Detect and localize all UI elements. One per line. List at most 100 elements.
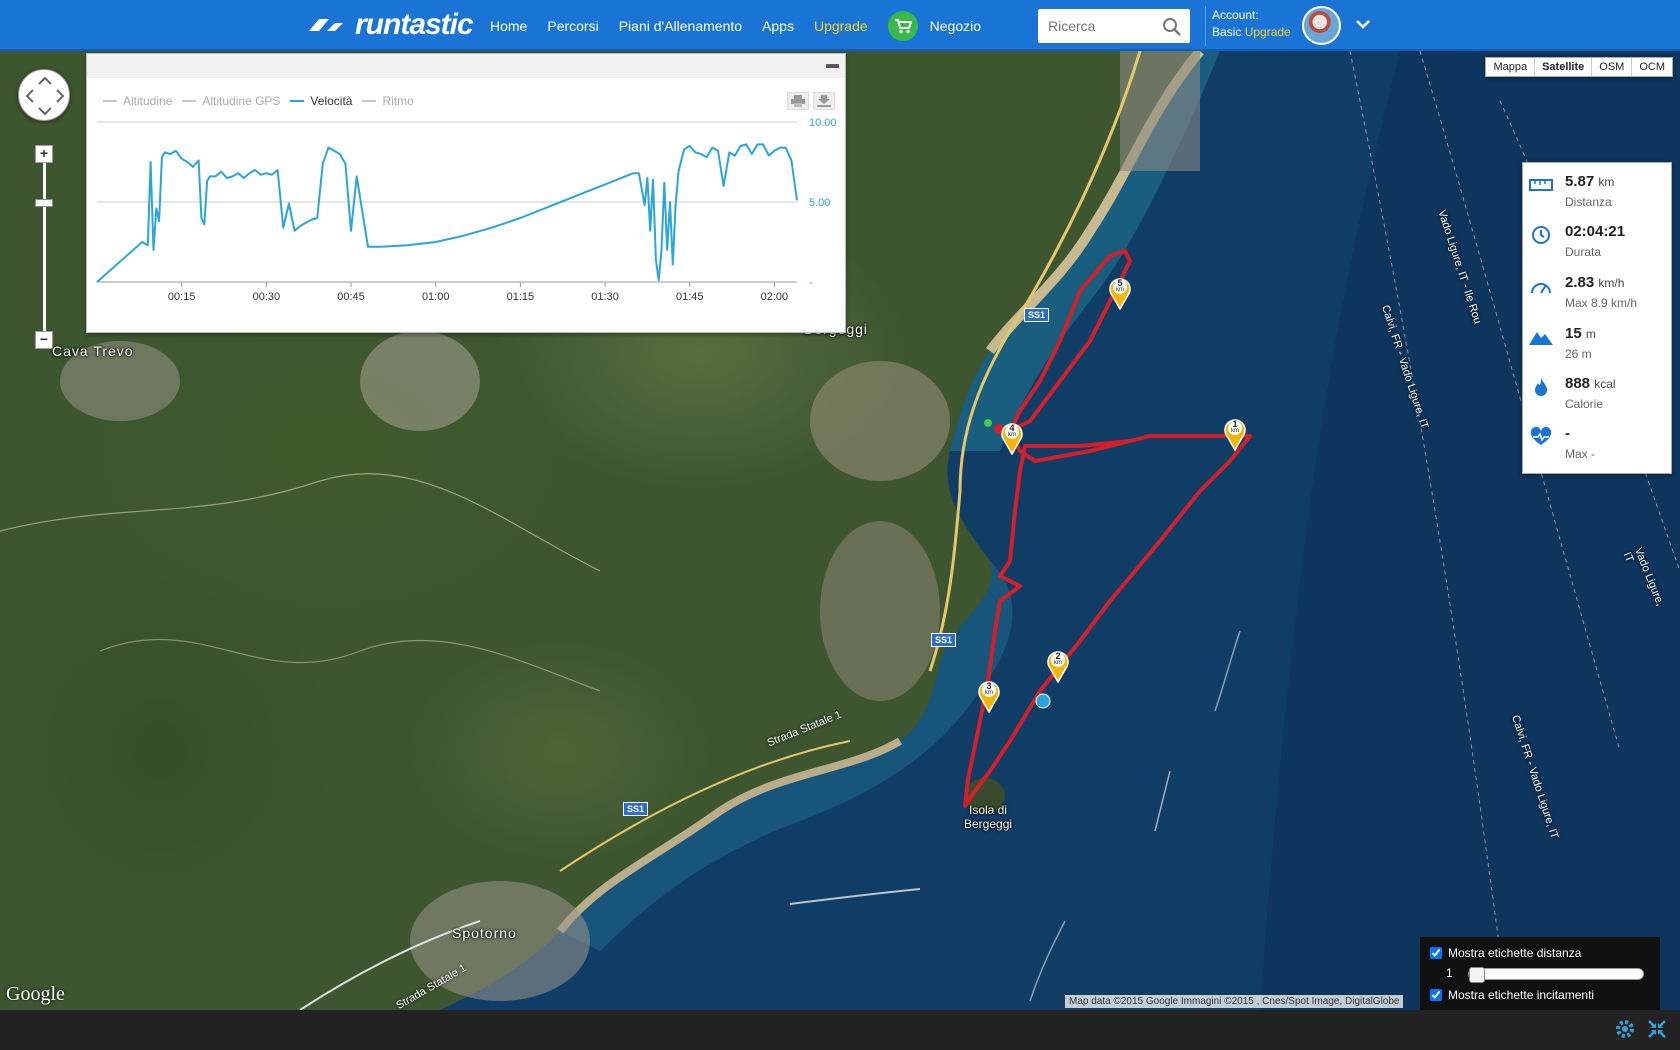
speedometer-icon: [1531, 283, 1551, 294]
speed-series-line: [96, 143, 798, 283]
stat-distance-label: Distanza: [1565, 195, 1612, 209]
account-upgrade-link[interactable]: Upgrade: [1245, 25, 1291, 39]
print-icon: [791, 95, 805, 107]
stat-distance-value: 5.87: [1565, 173, 1595, 190]
x-tick-label: 00:45: [337, 291, 365, 303]
km-marker-unit: km: [1008, 432, 1016, 438]
km-marker-number: 3: [986, 681, 992, 691]
pan-control[interactable]: [18, 69, 70, 121]
km-marker-number: 1: [1232, 419, 1238, 429]
zoom-out-button[interactable]: −: [35, 331, 53, 349]
stat-elevation-max: 26 m: [1565, 347, 1592, 361]
option-distance-labels[interactable]: Mostra etichette distanza: [1430, 946, 1581, 960]
runtastic-logo-icon: [309, 19, 343, 31]
distance-label-slider[interactable]: [1468, 967, 1644, 983]
stat-heart-rate-value: -: [1565, 425, 1570, 442]
stat-duration-value: 02:04:21: [1565, 223, 1626, 240]
map-type-satellite[interactable]: Satellite: [1534, 58, 1591, 76]
search-input[interactable]: [1038, 9, 1153, 43]
x-tick-label: 01:30: [591, 291, 619, 303]
place-label-isola: Isola di: [969, 803, 1008, 817]
zoom-in-button[interactable]: +: [35, 145, 53, 163]
top-navigation-bar: runtastic Home Percorsi Piani d'Allename…: [0, 0, 1680, 51]
speed-chart-panel: ▬ Altitudine Altitudine GPS Velocità Rit…: [86, 53, 846, 333]
km-marker-4[interactable]: 4 km: [1000, 421, 1024, 456]
road-shield-2: SS1: [931, 633, 957, 647]
legend-ritmo[interactable]: Ritmo: [362, 94, 414, 108]
map-type-ocm[interactable]: OCM: [1631, 58, 1672, 76]
stat-elevation-value: 15: [1565, 325, 1582, 342]
chart-tools: [783, 92, 835, 110]
y-tick-label: -: [809, 277, 813, 289]
km-marker-2[interactable]: 2 km: [1046, 649, 1070, 684]
ruler-icon: [1529, 179, 1553, 191]
map-attribution[interactable]: Map data ©2015 Google Immagini ©2015 , C…: [1065, 995, 1404, 1008]
search-icon[interactable]: [1162, 17, 1182, 37]
slider-handle[interactable]: [1469, 967, 1485, 983]
km-marker-1[interactable]: 1 km: [1223, 417, 1247, 452]
runtastic-logo[interactable]: runtastic: [305, 8, 474, 41]
km-marker-unit: km: [1231, 428, 1239, 434]
speed-chart[interactable]: 10.00 5.00 - 00:15 00:30 00:45 01:00 01:15 01:30…: [87, 114, 847, 334]
nav-training-plans[interactable]: Piani d'Allenamento: [619, 18, 742, 34]
map-type-switcher: Mappa Satellite OSM OCM: [1485, 57, 1673, 77]
flame-icon: [1535, 378, 1547, 396]
legend-altitudine-gps-label: Altitudine GPS: [202, 94, 281, 108]
place-label-spotorno: Spotorno: [452, 925, 517, 941]
collapse-button[interactable]: [1646, 1018, 1668, 1045]
stat-duration-label: Durata: [1565, 245, 1602, 259]
y-tick-label: 5.00: [809, 197, 830, 209]
stat-speed-unit: km/h: [1598, 276, 1625, 290]
stat-speed-value: 2.83: [1565, 274, 1595, 291]
account-info[interactable]: Account: Basic Upgrade: [1212, 7, 1291, 41]
shopping-cart-icon[interactable]: [887, 10, 918, 41]
logo-text: runtastic: [355, 8, 474, 41]
km-marker-unit: km: [1116, 287, 1124, 293]
mountain-icon: [1529, 332, 1553, 345]
road-shield: SS1: [1024, 308, 1050, 322]
legend-altitudine[interactable]: Altitudine: [103, 94, 172, 108]
search-box: [1038, 9, 1190, 43]
x-tick-label: 01:00: [422, 291, 450, 303]
cheer-labels-checkbox[interactable]: [1430, 989, 1442, 1001]
clock-icon: [1532, 226, 1550, 244]
legend-ritmo-label: Ritmo: [382, 94, 414, 108]
nav-apps[interactable]: Apps: [762, 18, 794, 34]
distance-labels-checkbox[interactable]: [1430, 947, 1442, 959]
account-type: Basic: [1212, 25, 1242, 39]
nav-home[interactable]: Home: [490, 18, 527, 34]
zoom-slider-handle[interactable]: [35, 199, 53, 207]
x-tick-label: 01:45: [676, 291, 704, 303]
legend-altitudine-gps[interactable]: Altitudine GPS: [182, 94, 280, 108]
map-options-box: Mostra etichette distanza 1 Mostra etich…: [1420, 937, 1660, 1019]
chart-header: ▬: [87, 54, 845, 78]
avatar[interactable]: [1302, 6, 1341, 45]
activity-stats-panel: 5.87 km Distanza 02:04:21 Durata 2.83 km…: [1522, 162, 1672, 474]
minimize-chart-button[interactable]: ▬: [826, 56, 839, 71]
cheer-labels-text: Mostra etichette incitamenti: [1448, 988, 1595, 1002]
chart-legend: Altitudine Altitudine GPS Velocità Ritmo: [103, 94, 424, 108]
nav-percorsi[interactable]: Percorsi: [547, 18, 598, 34]
chevron-down-icon[interactable]: [1355, 18, 1371, 30]
legend-velocita-label: Velocità: [310, 94, 353, 108]
nav-upgrade[interactable]: Upgrade: [814, 18, 868, 34]
nav-shop[interactable]: Negozio: [930, 18, 981, 34]
stat-calories-unit: kcal: [1594, 377, 1616, 391]
map-type-mappa[interactable]: Mappa: [1486, 58, 1534, 76]
stat-calories-label: Calorie: [1565, 397, 1604, 411]
km-marker-unit: km: [985, 690, 993, 696]
road-shield-3: SS1: [623, 802, 649, 816]
map-type-osm[interactable]: OSM: [1591, 58, 1631, 76]
option-cheer-labels[interactable]: Mostra etichette incitamenti: [1430, 988, 1594, 1002]
km-marker-5[interactable]: 5 km: [1108, 276, 1132, 311]
place-label-isola-2: Bergeggi: [964, 817, 1013, 831]
account-label: Account:: [1212, 8, 1259, 22]
settings-gear-button[interactable]: [1614, 1018, 1636, 1045]
km-marker-3[interactable]: 3 km: [977, 679, 1001, 714]
print-button[interactable]: [787, 92, 809, 110]
km-marker-number: 4: [1009, 423, 1015, 433]
legend-velocita[interactable]: Velocità: [290, 94, 352, 108]
download-icon: [817, 95, 831, 107]
zoom-slider-track[interactable]: [43, 145, 46, 341]
download-button[interactable]: [813, 92, 835, 110]
